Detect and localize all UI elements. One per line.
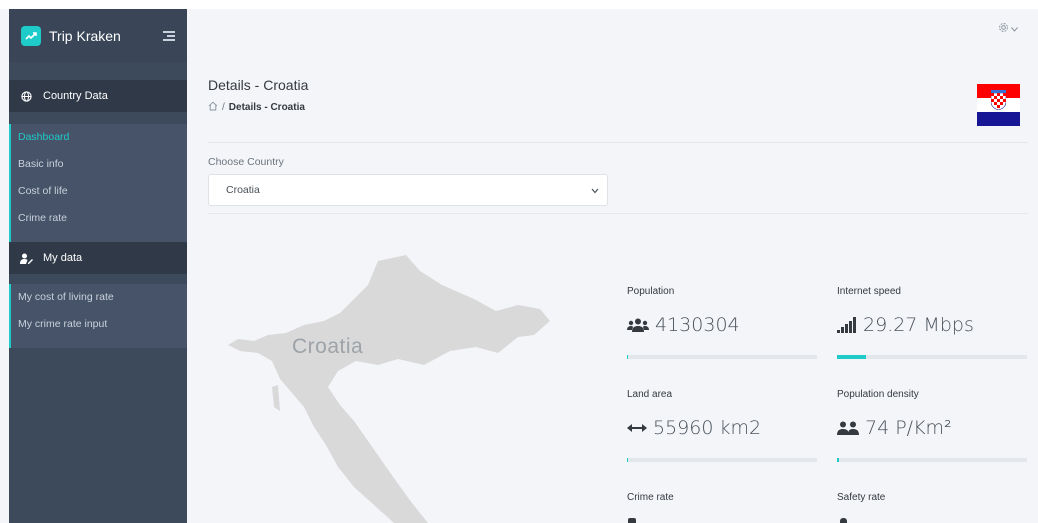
users-icon	[627, 318, 649, 332]
sidebar: Trip Kraken Country Data Dashboard Basic…	[9, 9, 187, 523]
active-indicator	[9, 284, 11, 348]
user-edit-icon	[19, 253, 33, 264]
chevron-down-icon	[591, 185, 599, 197]
internet-speed-progress	[837, 355, 1027, 359]
progress-fill	[627, 458, 628, 462]
my-data-menu: My cost of living rate My crime rate inp…	[9, 284, 187, 348]
croatia-map-shape	[228, 255, 550, 523]
globe-icon	[19, 90, 33, 102]
top-frame	[0, 0, 1038, 9]
stat-internet-speed: Internet speed 29.27 Mbps	[837, 286, 1027, 336]
country-flag	[977, 84, 1020, 126]
active-indicator	[9, 124, 11, 242]
sidebar-item-dashboard[interactable]: Dashboard	[9, 124, 187, 151]
chevron-down-icon	[1011, 24, 1018, 35]
land-area-progress	[627, 458, 817, 462]
progress-fill	[837, 458, 839, 462]
stat-safety-rate: Safety rate	[837, 492, 1027, 503]
stat-number: 74 P/Km²	[865, 417, 952, 439]
stat-number: 29.27 Mbps	[863, 314, 974, 336]
signal-icon	[837, 317, 857, 333]
country-select[interactable]: Croatia	[208, 174, 608, 206]
stat-label: Population density	[837, 389, 919, 400]
stat-population: Population 4130304	[627, 286, 817, 336]
population-progress	[627, 355, 817, 359]
stat-label: Population	[627, 286, 675, 297]
stat-value: 55960 km2	[627, 417, 817, 439]
home-icon[interactable]	[208, 101, 218, 114]
progress-fill	[627, 355, 628, 359]
country-data-menu: Dashboard Basic info Cost of life Crime …	[9, 124, 187, 242]
form-divider	[208, 213, 1028, 214]
trending-up-icon	[21, 25, 41, 46]
sidebar-item-basic-info[interactable]: Basic info	[9, 151, 187, 178]
progress-fill	[837, 355, 866, 359]
sidebar-item-my-cost-of-living[interactable]: My cost of living rate	[9, 284, 187, 311]
sidebar-item-cost-of-life[interactable]: Cost of life	[9, 178, 187, 205]
stat-number: 4130304	[655, 314, 740, 336]
breadcrumb-current: Details - Croatia	[228, 102, 305, 113]
settings-dropdown[interactable]	[998, 22, 1018, 36]
sidebar-item-my-crime-rate-input[interactable]: My crime rate input	[9, 311, 187, 338]
sidebar-section-label: My data	[43, 252, 83, 264]
menu-collapse-icon[interactable]	[163, 30, 175, 41]
sidebar-item-crime-rate[interactable]: Crime rate	[9, 205, 187, 232]
stat-value: 4130304	[627, 314, 817, 336]
page-title: Details - Croatia	[208, 77, 309, 93]
stat-label: Internet speed	[837, 286, 901, 297]
flag-coat-of-arms-icon	[991, 90, 1006, 110]
arrows-horizontal-icon	[627, 423, 647, 433]
stat-label: Crime rate	[627, 492, 674, 503]
safety-rate-icon	[840, 518, 847, 523]
app-name: Trip Kraken	[49, 27, 121, 44]
country-map: Croatia	[228, 255, 558, 523]
user-friends-icon	[837, 421, 859, 435]
stat-land-area: Land area 55960 km2	[627, 389, 817, 439]
breadcrumb-separator: /	[222, 102, 225, 113]
gear-icon	[998, 22, 1009, 36]
stat-label: Safety rate	[837, 492, 886, 503]
stat-population-density: Population density 74 P/Km²	[837, 389, 1027, 439]
sidebar-section-label: Country Data	[43, 90, 108, 102]
breadcrumb: / Details - Croatia	[208, 101, 305, 114]
header-divider	[208, 142, 1028, 143]
stat-label: Land area	[627, 389, 673, 400]
population-density-progress	[837, 458, 1027, 462]
stat-value: 29.27 Mbps	[837, 314, 1027, 336]
crime-rate-icon	[628, 518, 636, 523]
stat-value: 74 P/Km²	[837, 417, 1027, 439]
country-select-value: Croatia	[226, 184, 260, 196]
stat-crime-rate: Crime rate	[627, 492, 817, 503]
sidebar-section-country-data[interactable]: Country Data	[9, 80, 187, 112]
sidebar-section-my-data[interactable]: My data	[9, 242, 187, 274]
stat-number: 55960 km2	[653, 417, 762, 439]
choose-country-label: Choose Country	[208, 156, 284, 168]
brand[interactable]: Trip Kraken	[9, 9, 187, 62]
map-country-label: Croatia	[292, 335, 364, 358]
